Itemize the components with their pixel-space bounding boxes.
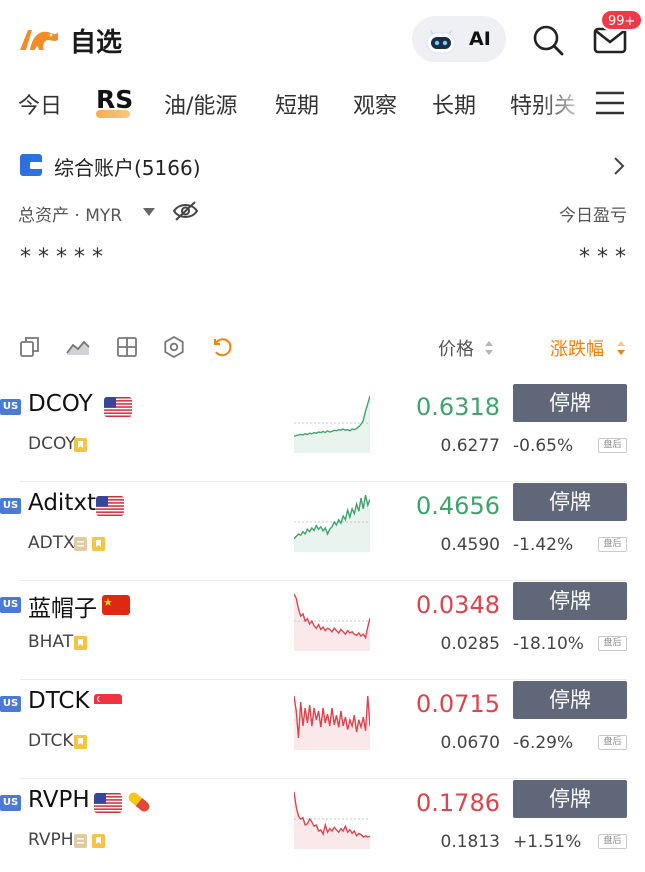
stock-code: DTCK [28,731,74,751]
bookmark-icon[interactable] [92,834,105,848]
market-badge: US [0,696,21,712]
tab-long-term[interactable]: 长期 [432,88,476,120]
stock-row[interactable]: US DTCK DTCK 0.0715 0.0670 停牌 -6.29% 盘后 [0,680,645,779]
change-column-header[interactable]: 涨跌幅 [550,335,604,361]
after-hours-price: 0.1813 [440,832,500,852]
wallet-icon [20,154,42,176]
header: 自选 AI 99+ [0,0,645,78]
stock-code: DCOY [28,434,76,454]
session-tag: 盘后 [598,834,627,849]
ai-assistant-button[interactable]: AI [412,16,506,62]
caret-down-icon[interactable] [143,208,155,216]
tab-today[interactable]: 今日 [18,88,62,120]
change-percent: -6.29% [513,733,574,753]
ai-label: AI [469,28,491,50]
tab-fade [540,80,590,128]
stock-row[interactable]: US 蓝帽子 BHAT 0.0348 0.0285 停牌 -18.10% 盘后 [0,581,645,680]
flag-us-icon [104,397,132,417]
last-price: 0.6318 [416,393,500,421]
market-badge: US [0,399,21,415]
price-column-header[interactable]: 价格 [438,335,474,361]
sparkline-chart [294,395,370,453]
session-tag: 盘后 [598,537,627,552]
bookmark-icon[interactable] [74,438,87,452]
change-percent: +1.51% [513,832,582,852]
settings-icon[interactable] [162,335,186,359]
stock-row[interactable]: US RVPH RVPH 0.1786 0.1813 停牌 +1.51% 盘后 [0,779,645,872]
stock-name: 蓝帽子 [28,596,97,622]
change-percent: -18.10% [513,634,584,654]
stock-code: RVPH [28,830,74,850]
market-badge: US [0,597,21,613]
after-hours-price: 0.0285 [440,634,500,654]
stock-name: DTCK [28,688,90,714]
after-hours-price: 0.6277 [440,436,500,456]
bookmark-icon[interactable] [74,636,87,650]
halted-status-button[interactable]: 停牌 [513,681,627,719]
sort-icon[interactable] [484,340,494,356]
session-tag: 盘后 [598,438,627,453]
stock-row[interactable]: US DCOY DCOY 0.6318 0.6277 停牌 -0.65% 盘后 [0,383,645,482]
market-badge: US [0,498,21,514]
market-badge: US [0,795,21,811]
halted-status-button[interactable]: 停牌 [513,384,627,422]
tab-short-term[interactable]: 短期 [275,88,319,120]
halted-status-button[interactable]: 停牌 [513,780,627,818]
sparkline-chart [294,791,370,849]
stock-row[interactable]: US Aditxt ADTX 0.4656 0.4590 停牌 -1.42% 盘后 [0,482,645,581]
watchlist-tabs: 今日 RS 油/能源 短期 观察 长期 特别关 [0,80,645,128]
last-price: 0.1786 [416,789,500,817]
chevron-right-icon[interactable] [612,156,626,176]
after-hours-price: 0.4590 [440,535,500,555]
account-name[interactable]: 综合账户(5166) [54,152,201,181]
undo-icon[interactable] [211,335,235,359]
search-icon[interactable] [530,22,566,58]
last-price: 0.0348 [416,591,500,619]
bookmark-icon[interactable] [92,537,105,551]
bookmark-icon[interactable] [74,735,87,749]
after-hours-price: 0.0670 [440,733,500,753]
page-title: 自选 [70,28,123,58]
flag-cn-icon [102,595,130,615]
pill-icon [128,792,150,812]
stock-name: DCOY [28,391,93,417]
grid-view-icon[interactable] [115,335,139,359]
tab-watch[interactable]: 观察 [353,88,397,120]
flag-sg-icon [94,694,122,714]
document-icon [74,537,87,551]
sort-desc-icon[interactable] [616,340,626,356]
robot-icon [426,29,456,54]
document-icon [74,834,87,848]
sparkline-chart [294,494,370,552]
eye-hidden-icon[interactable] [172,199,199,223]
app-logo-icon [20,30,58,50]
menu-icon[interactable] [594,88,626,118]
tab-oil-energy[interactable]: 油/能源 [164,88,237,120]
last-price: 0.4656 [416,492,500,520]
tab-rs[interactable]: RS [96,85,133,114]
chart-view-icon[interactable] [66,335,90,359]
today-pnl-value: *** [579,245,633,270]
flag-us-icon [96,496,124,516]
notification-badge: 99+ [600,9,644,31]
halted-status-button[interactable]: 停牌 [513,483,627,521]
change-percent: -1.42% [513,535,574,555]
stock-code: ADTX [28,533,75,553]
last-price: 0.0715 [416,690,500,718]
stock-name: RVPH [28,787,90,813]
total-assets-label[interactable]: 总资产 · MYR [18,201,122,226]
session-tag: 盘后 [598,735,627,750]
stock-name: Aditxt [28,490,96,516]
today-pnl-label: 今日盈亏 [559,206,627,226]
change-percent: -0.65% [513,436,574,456]
total-assets-value: ***** [20,245,110,270]
copy-icon[interactable] [18,335,42,359]
stock-code: BHAT [28,632,74,652]
sparkline-chart [294,695,370,750]
session-tag: 盘后 [598,636,627,651]
halted-status-button[interactable]: 停牌 [513,582,627,620]
sparkline-chart [294,593,370,651]
flag-us-icon [94,793,122,813]
